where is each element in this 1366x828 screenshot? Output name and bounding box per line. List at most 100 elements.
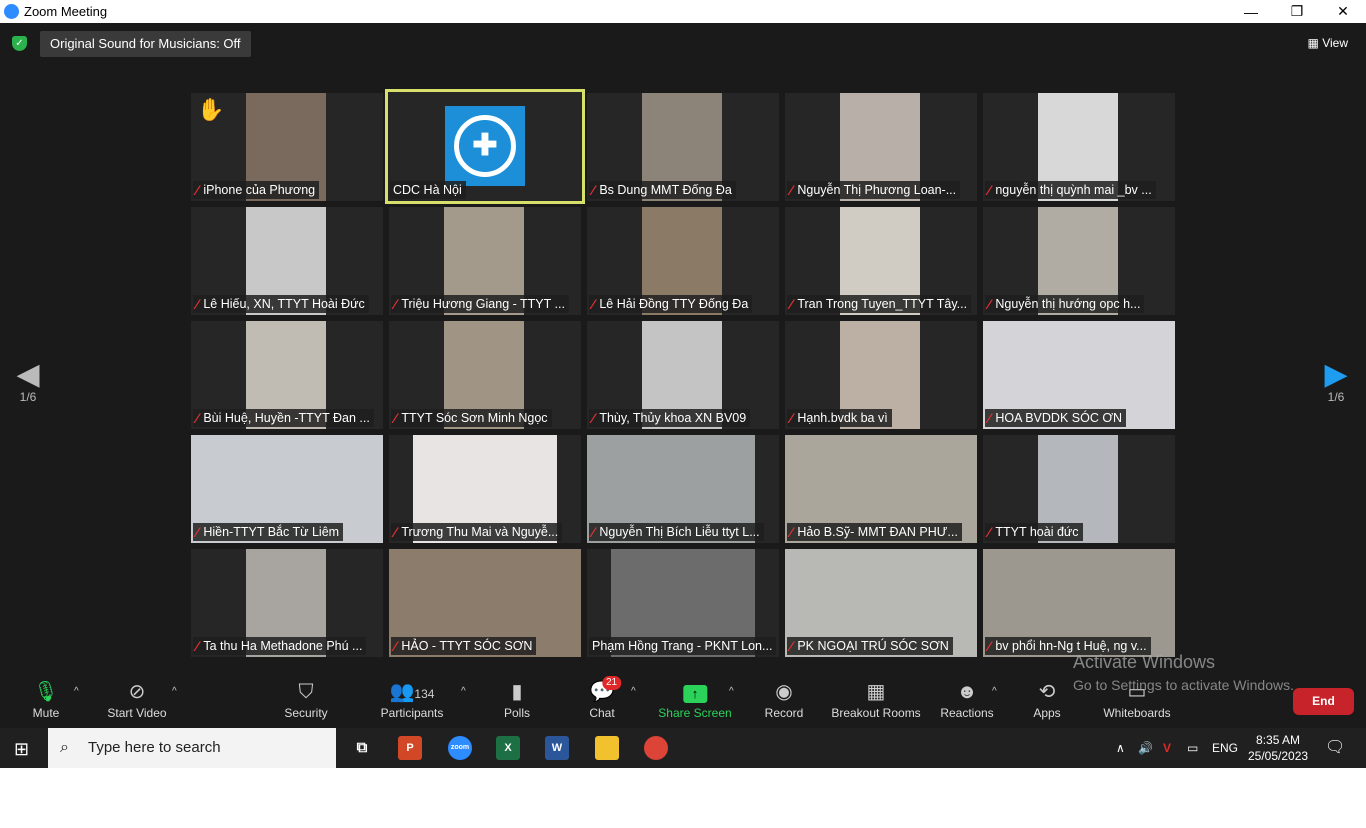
muted-mic-icon: ⁄	[988, 524, 991, 540]
breakout-rooms-label: Breakout Rooms	[831, 706, 921, 720]
participant-name: HOA BVDDK SÓC ƠN	[995, 411, 1123, 425]
chat-button[interactable]: 💬 21 Chat	[589, 676, 622, 720]
zoom-app-icon[interactable]: zoom	[448, 736, 472, 760]
next-page-button[interactable]: ▶ 1/6	[1321, 358, 1351, 405]
participant-tile[interactable]: ⁄ Lê Hải Đồng TTY Đống Đa	[587, 207, 779, 315]
participant-tile[interactable]: ⁄ Hạnh.bvdk ba vì	[785, 321, 977, 429]
participant-tile[interactable]: ⁄ Ta thu Ha Methadone Phú ...	[191, 549, 383, 657]
chrome-icon[interactable]	[644, 736, 668, 760]
participant-name-label: ⁄ iPhone của Phương	[193, 181, 320, 199]
window-title: Zoom Meeting	[24, 4, 108, 19]
mute-button[interactable]: 🎙 Mute	[33, 680, 60, 720]
close-button[interactable]: ✕	[1320, 0, 1366, 23]
muted-mic-icon: ⁄	[790, 182, 793, 198]
participant-name: Triệu Hương Giang - TTYT ...	[401, 297, 565, 311]
participant-tile[interactable]: ⁄ nguyễn thị quỳnh mai _bv ...	[983, 93, 1175, 201]
tray-overflow-icon[interactable]: ∧	[1116, 728, 1125, 768]
search-placeholder: Type here to search	[88, 739, 221, 756]
participant-name: Lê Hiếu, XN, TTYT Hoài Đức	[203, 297, 365, 311]
participant-name: Lê Hải Đồng TTY Đống Đa	[599, 297, 749, 311]
original-sound-button[interactable]: Original Sound for Musicians: Off	[40, 31, 251, 57]
participant-name: HẢO - TTYT SÓC SƠN	[401, 639, 533, 653]
notifications-icon[interactable]: 🗨	[1325, 728, 1345, 768]
file-explorer-icon[interactable]	[595, 736, 619, 760]
prev-page-button[interactable]: ◀ 1/6	[13, 360, 43, 405]
participant-name-label: ⁄ Ta thu Ha Methadone Phú ...	[193, 637, 367, 655]
participant-name-label: ⁄ Triệu Hương Giang - TTYT ...	[391, 295, 569, 313]
participant-tile[interactable]: ⁄ Thùy, Thủy khoa XN BV09	[587, 321, 779, 429]
participant-tile[interactable]: ⁄ HOA BVDDK SÓC ƠN	[983, 321, 1175, 429]
participants-count: 134	[414, 687, 435, 701]
word-icon[interactable]: W	[545, 736, 569, 760]
participant-tile[interactable]: ⁄ Lê Hiếu, XN, TTYT Hoài Đức	[191, 207, 383, 315]
clock[interactable]: 8:35 AM 25/05/2023	[1248, 732, 1308, 764]
participant-name: Nguyễn Thị Phương Loan-...	[797, 183, 957, 197]
taskbar-search-box[interactable]: ⌕ Type here to search	[48, 728, 336, 768]
view-button[interactable]: ▦ View	[1308, 36, 1348, 50]
participant-tile[interactable]: Phạm Hồng Trang - PKNT Lon...	[587, 549, 779, 657]
participant-tile[interactable]: ⁄ Triệu Hương Giang - TTYT ...	[389, 207, 581, 315]
video-options-caret[interactable]: ^	[172, 686, 177, 697]
antivirus-icon[interactable]: V	[1163, 728, 1171, 768]
breakout-rooms-button[interactable]: ▦ Breakout Rooms	[831, 680, 920, 720]
maximize-button[interactable]: ❐	[1274, 0, 1320, 23]
muted-mic-icon: ⁄	[592, 524, 595, 540]
encryption-shield-icon[interactable]: ✓	[12, 36, 27, 51]
muted-mic-icon: ⁄	[790, 296, 793, 312]
page-indicator-right: 1/6	[1327, 390, 1345, 404]
muted-mic-icon: ⁄	[790, 410, 793, 426]
participant-tile[interactable]: ⁄ HẢO - TTYT SÓC SƠN	[389, 549, 581, 657]
participant-tile[interactable]: ⁄ Bùi Huệ, Huyền -TTYT Đan ...	[191, 321, 383, 429]
participant-tile[interactable]: ⁄ Trương Thu Mai và Nguyễ...	[389, 435, 581, 543]
participant-name: PK NGOẠI TRÚ SÓC SƠN	[797, 639, 949, 653]
grid-icon: ▦	[1307, 36, 1323, 50]
share-caret[interactable]: ^	[729, 686, 734, 697]
participants-caret[interactable]: ^	[461, 686, 466, 697]
breakout-rooms-icon: ▦	[866, 681, 886, 703]
record-button[interactable]: ◉ Record	[765, 680, 804, 720]
chat-caret[interactable]: ^	[631, 686, 636, 697]
apps-button[interactable]: ⟲ Apps	[1033, 680, 1060, 720]
minimize-button[interactable]: —	[1228, 0, 1274, 23]
participant-tile[interactable]: ⁄ Nguyễn thị hướng opc h...	[983, 207, 1175, 315]
participants-label: Participants	[380, 706, 444, 720]
volume-icon[interactable]: 🔊	[1138, 728, 1153, 768]
participant-tile[interactable]: ⁄ TTYT hoài đức	[983, 435, 1175, 543]
chevron-right-icon: ▶	[1324, 358, 1348, 391]
audio-options-caret[interactable]: ^	[74, 686, 79, 697]
participant-tile[interactable]: ✋ ⁄ iPhone của Phương	[191, 93, 383, 201]
participant-tile[interactable]: ⁄ Hiền-TTYT Bắc Từ Liêm	[191, 435, 383, 543]
chat-label: Chat	[589, 706, 615, 720]
participant-tile[interactable]: ✚ CDC Hà Nội	[385, 89, 585, 204]
share-screen-button[interactable]: ↑ Share Screen	[658, 680, 732, 720]
participant-name-label: ⁄ Hạnh.bvdk ba vì	[787, 409, 892, 427]
participant-name: Hạnh.bvdk ba vì	[797, 411, 888, 425]
start-video-button[interactable]: ⊘ Start Video	[107, 680, 166, 720]
participant-tile[interactable]: ⁄ Nguyễn Thị Bích Liễu ttyt L...	[587, 435, 779, 543]
end-meeting-button[interactable]: End	[1293, 688, 1354, 715]
reactions-caret[interactable]: ^	[992, 686, 997, 697]
muted-mic-icon: ⁄	[394, 638, 397, 654]
reactions-button[interactable]: ☻ Reactions	[940, 680, 993, 720]
language-indicator[interactable]: ENG	[1212, 728, 1238, 768]
participant-name: Thùy, Thủy khoa XN BV09	[599, 411, 747, 425]
participant-tile[interactable]: ⁄ Nguyễn Thị Phương Loan-...	[785, 93, 977, 201]
security-label: Security	[284, 706, 328, 720]
participant-tile[interactable]: ⁄ bv phổi hn-Ng t Huệ, ng v...	[983, 549, 1175, 657]
windows-start-icon[interactable]: ⊞	[14, 739, 29, 760]
participant-name-label: ⁄ Lê Hiếu, XN, TTYT Hoài Đức	[193, 295, 369, 313]
security-button[interactable]: ⛉ Security	[284, 680, 327, 720]
participant-tile[interactable]: ⁄ Tran Trong Tuyen_TTYT Tây...	[785, 207, 977, 315]
participant-tile[interactable]: ⁄ Bs Dung MMT Đống Đa	[587, 93, 779, 201]
excel-icon[interactable]: X	[496, 736, 520, 760]
powerpoint-icon[interactable]: P	[398, 736, 422, 760]
polls-button[interactable]: ▮ Polls	[504, 680, 530, 720]
participants-button[interactable]: 👥134 Participants	[381, 680, 444, 720]
participant-name-label: ⁄ Nguyễn Thị Phương Loan-...	[787, 181, 961, 199]
participant-tile[interactable]: ⁄ PK NGOẠI TRÚ SÓC SƠN	[785, 549, 977, 657]
task-view-icon[interactable]: ⧉	[350, 736, 374, 760]
participant-tile[interactable]: ⁄ TTYT Sóc Sơn Minh Ngọc	[389, 321, 581, 429]
battery-icon[interactable]: ▭	[1187, 728, 1198, 768]
record-label: Record	[764, 706, 804, 720]
participant-tile[interactable]: ⁄ Hảo B.Sỹ- MMT ĐAN PHƯ...	[785, 435, 977, 543]
